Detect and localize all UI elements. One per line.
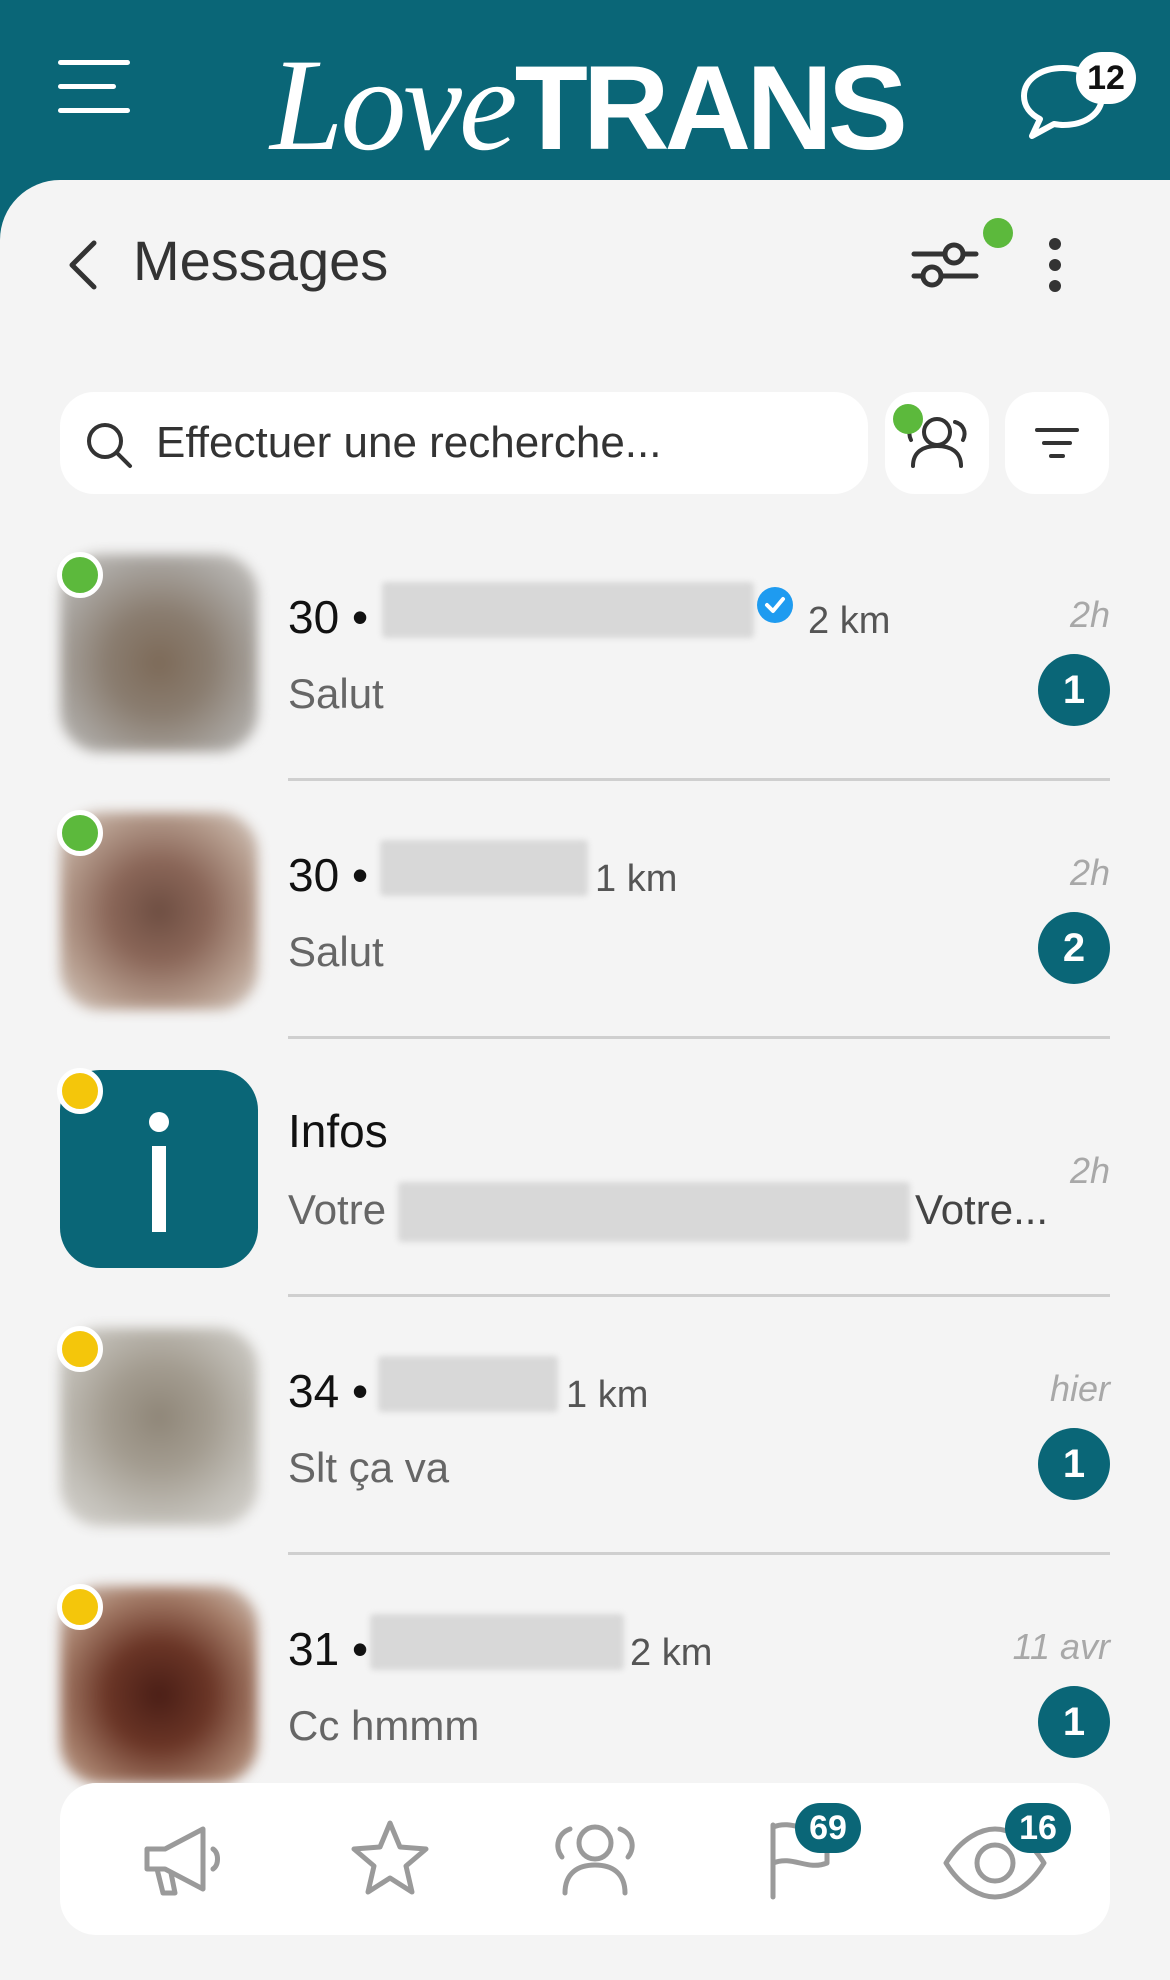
search-input[interactable]: Effectuer une recherche... — [60, 392, 868, 494]
unread-count-badge: 2 — [1038, 912, 1110, 984]
user-distance: 2 km — [808, 600, 891, 642]
star-icon — [351, 1820, 429, 1895]
unread-count-badge: 1 — [1038, 1686, 1110, 1758]
chat-button[interactable]: 12 — [1018, 50, 1138, 140]
chat-unread-badge: 12 — [1076, 52, 1136, 104]
verified-badge-icon — [757, 587, 793, 623]
megaphone-icon — [144, 1826, 220, 1896]
filter-lines-icon — [1035, 428, 1079, 458]
last-message-end: Votre... — [915, 1186, 1049, 1233]
menu-icon[interactable] — [58, 60, 130, 116]
user-age: 34 • — [288, 1365, 369, 1417]
back-button[interactable] — [60, 235, 110, 295]
user-age: 30 • — [288, 849, 369, 901]
user-distance: 1 km — [566, 1374, 649, 1416]
chevron-left-icon — [69, 240, 97, 290]
message-time: 11 avr — [1012, 1626, 1110, 1667]
online-status-dot — [57, 552, 103, 598]
message-time: hier — [1049, 1368, 1110, 1409]
divider — [288, 1294, 1110, 1297]
user-age: 31 • — [288, 1623, 369, 1675]
conversation-item[interactable]: 31 • 2 km Cc hmmm 11 avr 1 — [0, 1574, 1170, 1794]
page-header: Messages — [0, 180, 1170, 350]
divider — [288, 1036, 1110, 1039]
message-time: 2h — [1069, 852, 1110, 893]
nav-favorites[interactable] — [335, 1813, 445, 1903]
message-time: 2h — [1069, 594, 1110, 635]
unread-count-badge: 1 — [1038, 654, 1110, 726]
blurred-username — [370, 1614, 624, 1670]
user-distance: 1 km — [595, 858, 678, 900]
blurred-username — [378, 1356, 558, 1412]
user-distance: 2 km — [630, 1632, 713, 1674]
message-time: 2h — [1069, 1150, 1110, 1191]
last-message-start: Votre — [288, 1186, 387, 1233]
conversation-title: Infos — [288, 1105, 388, 1157]
divider — [288, 1552, 1110, 1555]
online-users-filter-button[interactable] — [885, 392, 989, 494]
conversation-item[interactable]: 30 • 2 km Salut 2h 1 — [0, 542, 1170, 762]
app-header: LoveTRANS 12 — [0, 0, 1170, 190]
sliders-icon — [911, 242, 979, 288]
divider — [288, 778, 1110, 781]
online-status-dot — [57, 810, 103, 856]
search-placeholder: Effectuer une recherche... — [156, 418, 662, 467]
last-message: Salut — [288, 670, 384, 717]
conversation-item[interactable]: 34 • 1 km Slt ça va hier 1 — [0, 1316, 1170, 1536]
settings-active-dot — [983, 218, 1013, 248]
nav-flags[interactable]: 69 — [745, 1803, 861, 1903]
user-age: 30 • — [288, 591, 369, 643]
last-message: Slt ça va — [288, 1444, 450, 1491]
conversation-item[interactable]: 30 • 1 km Salut 2h 2 — [0, 800, 1170, 1020]
last-message: Cc hmmm — [288, 1702, 480, 1749]
users-icon — [555, 1824, 635, 1896]
unread-count-badge: 1 — [1038, 1428, 1110, 1500]
away-status-dot — [57, 1584, 103, 1630]
blurred-username — [382, 582, 754, 638]
blurred-message-text — [398, 1182, 910, 1242]
sort-filter-button[interactable] — [1005, 392, 1109, 494]
nav-announcements[interactable] — [125, 1813, 235, 1903]
logo-script-text: Love — [270, 31, 518, 178]
bottom-navigation: 69 16 — [60, 1783, 1110, 1935]
more-options-button[interactable] — [1040, 230, 1070, 300]
away-status-dot — [57, 1326, 103, 1372]
page-title: Messages — [133, 229, 389, 292]
settings-sliders-button[interactable] — [910, 230, 980, 300]
logo-bold-text: TRANS — [514, 41, 908, 175]
last-message: Salut — [288, 928, 384, 975]
conversation-item-infos[interactable]: Infos Votre Votre... 2h — [0, 1058, 1170, 1278]
visitors-count-badge: 16 — [1005, 1803, 1071, 1853]
online-indicator-dot — [893, 404, 923, 434]
blurred-username — [380, 840, 588, 896]
nav-visitors[interactable]: 16 — [940, 1803, 1071, 1903]
more-vertical-icon — [1049, 238, 1061, 292]
main-panel: Messages Effectuer une recherche... 30 •… — [0, 180, 1170, 1980]
away-status-dot — [57, 1068, 103, 1114]
app-logo[interactable]: LoveTRANS — [270, 28, 908, 178]
flags-count-badge: 69 — [795, 1803, 861, 1853]
search-icon — [87, 423, 132, 468]
nav-users[interactable] — [540, 1813, 650, 1903]
